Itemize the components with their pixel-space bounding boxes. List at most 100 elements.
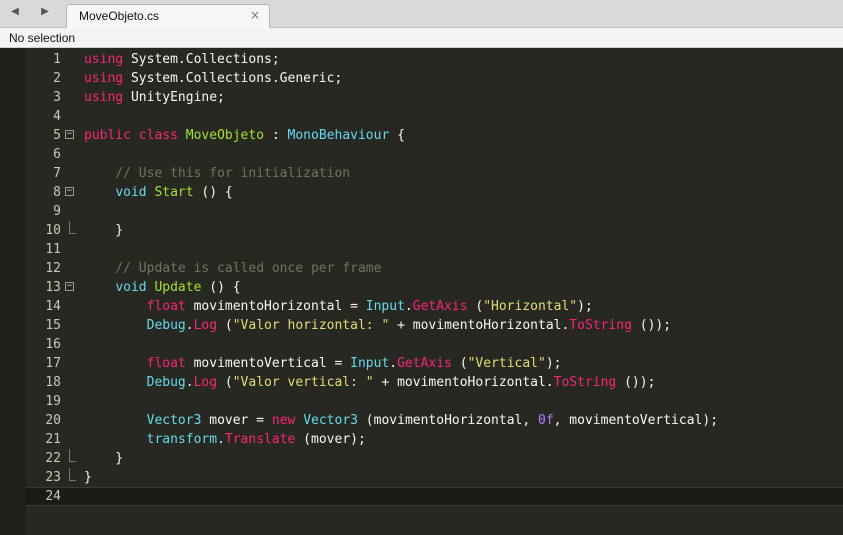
line-number: 18 — [45, 375, 61, 390]
code-token: + movimentoHorizontal. — [389, 318, 570, 333]
code-line[interactable]: 19 — [0, 392, 843, 411]
code-token: ); — [545, 356, 562, 371]
close-icon[interactable]: × — [250, 8, 260, 22]
code-token: ( — [451, 356, 468, 371]
code-token: GetAxis — [397, 356, 452, 371]
code-token: class — [138, 128, 178, 143]
tab-bar: ◀ ▶ MoveObjeto.cs × — [0, 0, 843, 28]
fold-toggle-icon[interactable]: − — [65, 130, 74, 139]
code-token: } — [84, 470, 92, 485]
code-text: } — [84, 468, 92, 487]
code-line[interactable]: 16 — [0, 335, 843, 354]
code-token: : — [264, 128, 288, 143]
code-token: ()); — [616, 375, 656, 390]
code-line[interactable]: 13− void Update () { — [0, 278, 843, 297]
code-line[interactable]: 14 float movimentoHorizontal = Input.Get… — [0, 297, 843, 316]
code-line[interactable]: 4 — [0, 107, 843, 126]
code-text: } — [84, 449, 123, 468]
code-line[interactable]: 23} — [0, 468, 843, 487]
line-number: 17 — [45, 356, 61, 371]
line-number: 23 — [45, 470, 61, 485]
line-number: 22 — [45, 451, 61, 466]
code-token: Translate — [224, 432, 296, 447]
code-line[interactable]: 5− public class MoveObjeto : MonoBehaviou… — [0, 126, 843, 145]
code-line[interactable]: 9 — [0, 202, 843, 221]
code-token: } — [84, 451, 124, 466]
code-line[interactable]: 21 transform.Translate (mover); — [0, 430, 843, 449]
code-token: "Horizontal" — [483, 299, 578, 314]
code-token: Log — [193, 318, 218, 333]
code-token: float — [146, 356, 186, 371]
code-token: ToString — [553, 375, 617, 390]
fold-toggle-icon[interactable]: − — [65, 282, 74, 291]
line-number: 16 — [45, 337, 61, 352]
code-line[interactable]: 18 Debug.Log ("Valor vertical: " + movim… — [0, 373, 843, 392]
code-line[interactable]: 8− void Start () { — [0, 183, 843, 202]
code-text: Vector3 mover = new Vector3 (movimentoHo… — [84, 411, 718, 430]
back-arrow-icon[interactable]: ◀ — [8, 5, 22, 19]
fold-end-marker — [69, 221, 76, 234]
code-line[interactable]: 3 using UnityEngine; — [0, 88, 843, 107]
code-token: Vector3 — [146, 413, 202, 428]
line-number: 12 — [45, 261, 61, 276]
code-token: MoveObjeto — [185, 128, 265, 143]
code-text: using System.Collections.Generic; — [84, 69, 342, 88]
code-text: using System.Collections; — [84, 50, 280, 69]
line-number: 20 — [45, 413, 61, 428]
code-token: Debug — [146, 375, 186, 390]
code-token: . — [185, 375, 194, 390]
code-token: } — [84, 223, 124, 238]
code-token: () { — [201, 280, 241, 295]
code-line[interactable]: 11 — [0, 240, 843, 259]
code-text: float movimentoVertical = Input.GetAxis … — [84, 354, 562, 373]
code-token: ( — [217, 318, 233, 333]
code-text: float movimentoHorizontal = Input.GetAxi… — [84, 297, 593, 316]
code-token: ToString — [569, 318, 632, 333]
line-number: 14 — [45, 299, 61, 314]
code-text: Debug.Log ("Valor horizontal: " + movime… — [84, 316, 671, 335]
code-token: UnityEngine; — [123, 90, 225, 105]
code-token: , movimentoVertical); — [553, 413, 719, 428]
line-number: 6 — [53, 147, 61, 162]
forward-arrow-icon[interactable]: ▶ — [38, 5, 52, 19]
code-line[interactable]: 24 — [0, 487, 843, 506]
code-token: ); — [577, 299, 593, 314]
code-text: public class MoveObjeto : MonoBehaviour … — [84, 126, 405, 145]
code-token: MonoBehaviour — [287, 128, 390, 143]
code-editor[interactable]: 1 using System.Collections; 2 using System.… — [0, 48, 843, 535]
code-token: void — [115, 280, 147, 295]
code-line[interactable]: 10 } — [0, 221, 843, 240]
code-line[interactable]: 17 float movimentoVertical = Input.GetAx… — [0, 354, 843, 373]
code-line[interactable]: 20 Vector3 mover = new Vector3 (moviment… — [0, 411, 843, 430]
code-token: movimentoVertical = — [185, 356, 351, 371]
code-line[interactable]: 22 } — [0, 449, 843, 468]
line-number: 15 — [45, 318, 61, 333]
fold-end-marker — [69, 449, 76, 462]
code-token: Debug — [146, 318, 186, 333]
code-line[interactable]: 1 using System.Collections; — [0, 50, 843, 69]
code-token: Input — [365, 299, 405, 314]
tab-moveobjeto[interactable]: MoveObjeto.cs × — [66, 4, 270, 28]
code-token: . — [404, 299, 413, 314]
line-number: 4 — [53, 109, 61, 124]
code-token: + movimentoHorizontal. — [373, 375, 554, 390]
code-line[interactable]: 7 // Use this for initialization — [0, 164, 843, 183]
code-line[interactable]: 2 using System.Collections.Generic; — [0, 69, 843, 88]
fold-toggle-icon[interactable]: − — [65, 187, 74, 196]
code-token: void — [115, 185, 147, 200]
code-token: transform — [146, 432, 218, 447]
code-token: "Vertical" — [467, 356, 546, 371]
line-number: 19 — [45, 394, 61, 409]
code-line[interactable]: 15 Debug.Log ("Valor horizontal: " + mov… — [0, 316, 843, 335]
code-token: using — [84, 90, 124, 105]
code-token: System.Collections.Generic; — [123, 71, 343, 86]
code-token: Start — [154, 185, 194, 200]
code-line[interactable]: 12 // Update is called once per frame — [0, 259, 843, 278]
code-text: void Update () { — [84, 278, 241, 297]
code-line[interactable]: 6 — [0, 145, 843, 164]
